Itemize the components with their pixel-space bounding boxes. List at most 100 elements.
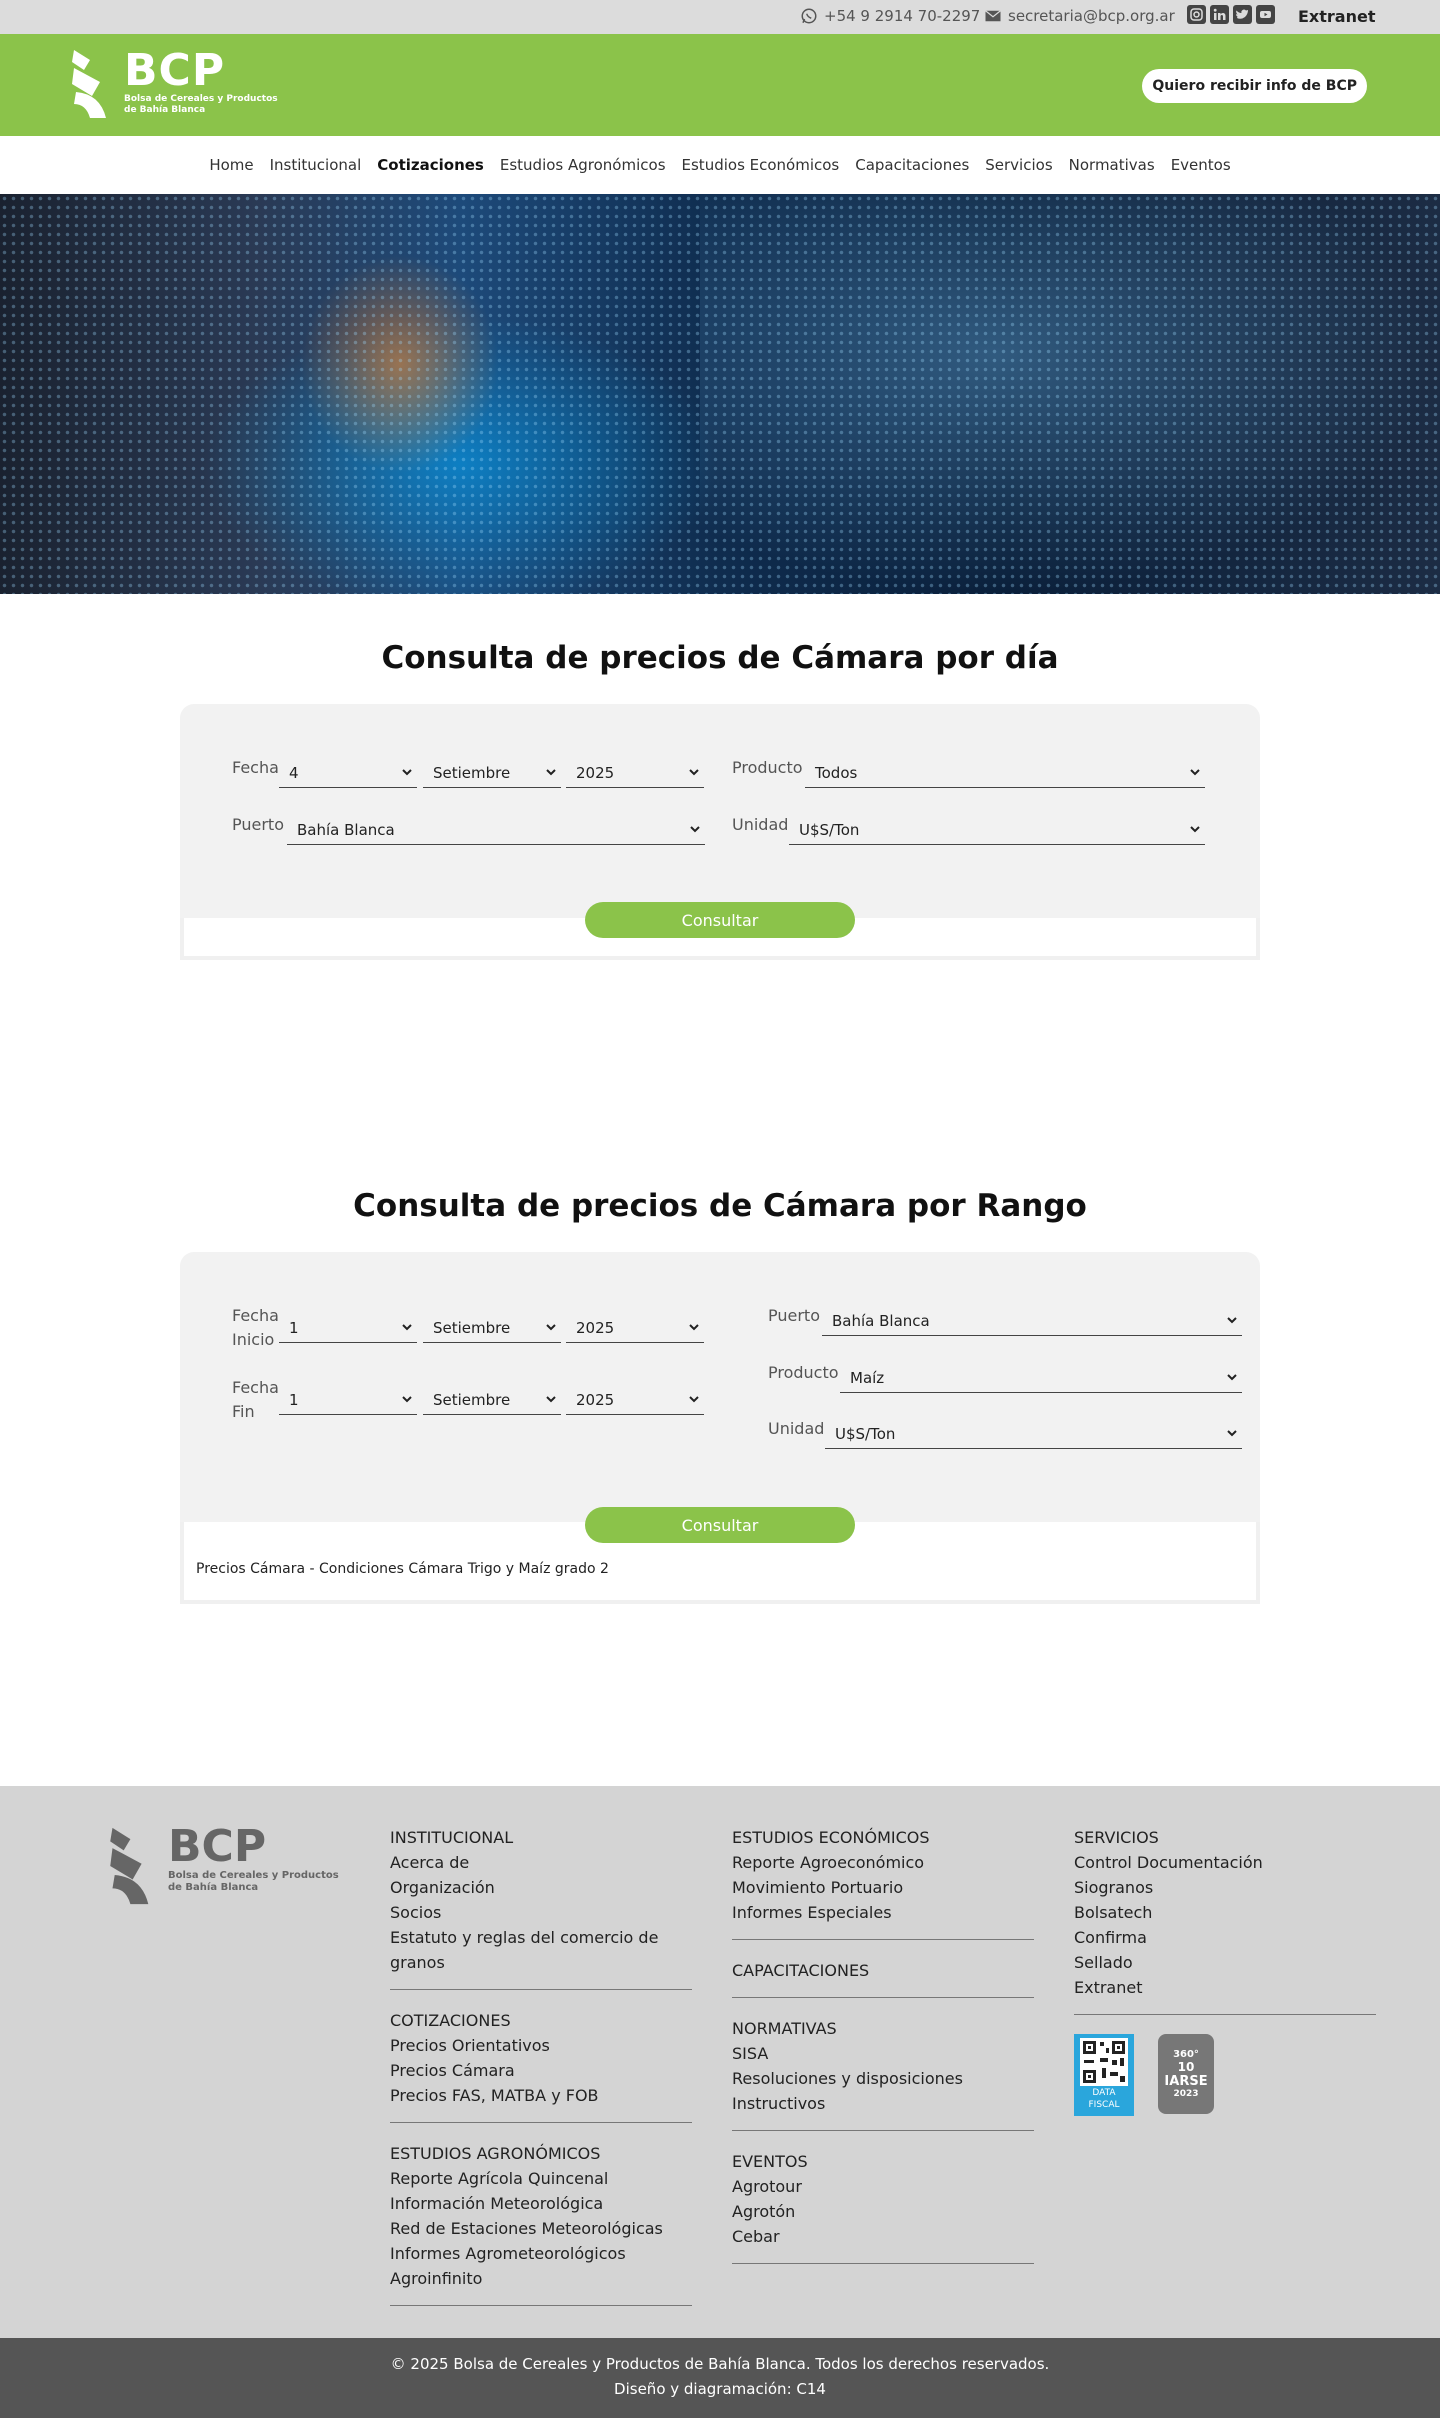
footer-heading[interactable]: INSTITUCIONAL (390, 1825, 692, 1850)
nav-home[interactable]: Home (209, 156, 253, 174)
linkedin-icon[interactable] (1210, 5, 1229, 24)
footer-link[interactable]: Estatuto y reglas del comercio de granos (390, 1925, 692, 1975)
fin-year-select[interactable]: 2025 (566, 1385, 704, 1415)
footer-link[interactable]: Agroinfinito (390, 2266, 692, 2291)
nav-institucional[interactable]: Institucional (270, 156, 362, 174)
iarse-badge-label: IARSE (1164, 2074, 1208, 2089)
footer-heading[interactable]: ESTUDIOS AGRONÓMICOS (390, 2141, 692, 2166)
instagram-icon[interactable] (1187, 5, 1206, 24)
footer-logo-text: BCP (168, 1821, 267, 1872)
nav-estudios-agronomicos[interactable]: Estudios Agronómicos (500, 156, 666, 174)
footer-divider (1074, 2014, 1376, 2015)
month-select[interactable]: Setiembre (423, 758, 561, 788)
footer-link[interactable]: Resoluciones y disposiciones (732, 2066, 1034, 2091)
unidad-label: Unidad (732, 815, 789, 834)
footer-link[interactable]: SISA (732, 2041, 1034, 2066)
footer-link[interactable]: Acerca de (390, 1850, 692, 1875)
nav-eventos[interactable]: Eventos (1171, 156, 1231, 174)
footer-link[interactable]: Agrotour (732, 2174, 1034, 2199)
day-select[interactable]: 4 (279, 758, 417, 788)
fin-day-value: 1 (289, 1390, 299, 1409)
iarse-badge[interactable]: 360° 10 IARSE 2023 (1158, 2034, 1214, 2114)
inicio-day-select[interactable]: 1 (279, 1313, 417, 1343)
youtube-icon[interactable] (1256, 5, 1275, 24)
site-footer: BCP Bolsa de Cereales y Productos de Bah… (0, 1786, 1440, 2338)
puerto-label: Puerto (232, 815, 284, 834)
footer-link[interactable]: Precios Cámara (390, 2058, 692, 2083)
daily-consultar-button[interactable]: Consultar (585, 902, 855, 938)
footer-link[interactable]: Reporte Agroeconómico (732, 1850, 1034, 1875)
footer-heading[interactable]: EVENTOS (732, 2149, 1034, 2174)
footer-heading[interactable]: ESTUDIOS ECONÓMICOS (732, 1825, 1034, 1850)
range-producto-select[interactable]: Maíz (840, 1363, 1242, 1393)
footer-link[interactable]: Instructivos (732, 2091, 1034, 2116)
footer-link[interactable]: Extranet (1074, 1975, 1376, 2000)
footer-link[interactable]: Socios (390, 1900, 692, 1925)
info-signup-button[interactable]: Quiero recibir info de BCP (1142, 69, 1367, 103)
year-select[interactable]: 2025 (566, 758, 704, 788)
chevron-down-icon (1190, 769, 1200, 776)
phone-contact[interactable]: +54 9 2914 70-2297 (800, 7, 980, 25)
footer-link[interactable]: Red de Estaciones Meteorológicas (390, 2216, 692, 2241)
footer-divider (390, 1989, 692, 1990)
footer-link[interactable]: Movimiento Portuario (732, 1875, 1034, 1900)
puerto-select[interactable]: Bahía Blanca (287, 815, 705, 845)
email-contact[interactable]: secretaria@bcp.org.ar (984, 7, 1175, 25)
nav-capacitaciones[interactable]: Capacitaciones (855, 156, 969, 174)
footer-heading[interactable]: CAPACITACIONES (732, 1958, 1034, 1983)
range-puerto-select[interactable]: Bahía Blanca (822, 1306, 1242, 1336)
data-fiscal-label-2: FISCAL (1088, 2100, 1120, 2110)
footer-link[interactable]: Informes Especiales (732, 1900, 1034, 1925)
footer-divider (732, 1939, 1034, 1940)
email-text: secretaria@bcp.org.ar (1008, 7, 1175, 25)
footer-heading[interactable]: COTIZACIONES (390, 2008, 692, 2033)
nav-normativas[interactable]: Normativas (1069, 156, 1155, 174)
credits-text: Diseño y diagramación: C14 (614, 2380, 826, 2398)
footer-link[interactable]: Reporte Agrícola Quincenal (390, 2166, 692, 2191)
extranet-link[interactable]: Extranet (1298, 7, 1375, 26)
footer-heading[interactable]: SERVICIOS (1074, 1825, 1376, 1850)
inicio-month-select[interactable]: Setiembre (423, 1313, 561, 1343)
puerto-value: Bahía Blanca (297, 820, 395, 839)
logo-subtitle-1: Bolsa de Cereales y Productos (124, 94, 278, 104)
nav-cotizaciones[interactable]: Cotizaciones (377, 156, 484, 174)
bcp-logo[interactable]: BCP Bolsa de Cereales y Productos de Bah… (70, 48, 278, 120)
twitter-icon[interactable] (1233, 5, 1252, 24)
chevron-down-icon (546, 769, 556, 776)
range-consultar-button[interactable]: Consultar (585, 1507, 855, 1543)
footer-link[interactable]: Agrotón (732, 2199, 1034, 2224)
footer-logo[interactable]: BCP Bolsa de Cereales y Productos de Bah… (108, 1824, 339, 1908)
footer-link[interactable]: Información Meteorológica (390, 2191, 692, 2216)
producto-select[interactable]: Todos (805, 758, 1205, 788)
data-fiscal-qr-badge[interactable]: DATA FISCAL (1074, 2034, 1134, 2116)
fin-day-select[interactable]: 1 (279, 1385, 417, 1415)
iarse-badge-top: 360° (1173, 2049, 1199, 2060)
footer-link[interactable]: Informes Agrometeorológicos (390, 2241, 692, 2266)
unidad-select[interactable]: U$S/Ton (789, 815, 1205, 845)
inicio-year-select[interactable]: 2025 (566, 1313, 704, 1343)
footer-link[interactable]: Siogranos (1074, 1875, 1376, 1900)
footer-link[interactable]: Precios FAS, MATBA y FOB (390, 2083, 692, 2108)
footer-link[interactable]: Bolsatech (1074, 1900, 1376, 1925)
whatsapp-icon (801, 8, 817, 24)
logo-text: BCP (124, 45, 226, 96)
footer-link[interactable]: Cebar (732, 2224, 1034, 2249)
inicio-year-value: 2025 (576, 1318, 615, 1337)
footer-logo-subtitle-1: Bolsa de Cereales y Productos (168, 1870, 339, 1881)
nav-estudios-economicos[interactable]: Estudios Económicos (682, 156, 840, 174)
range-unidad-select[interactable]: U$S/Ton (825, 1419, 1242, 1449)
footer-link[interactable]: Control Documentación (1074, 1850, 1376, 1875)
fin-month-value: Setiembre (433, 1390, 511, 1409)
fin-year-value: 2025 (576, 1390, 615, 1409)
chevron-down-icon (402, 769, 412, 776)
footer-link[interactable]: Precios Orientativos (390, 2033, 692, 2058)
chevron-down-icon (546, 1324, 556, 1331)
footer-link[interactable]: Sellado (1074, 1950, 1376, 1975)
footer-link[interactable]: Organización (390, 1875, 692, 1900)
footer-badges: DATA FISCAL 360° 10 IARSE 2023 (1074, 2034, 1214, 2116)
footer-heading[interactable]: NORMATIVAS (732, 2016, 1034, 2041)
nav-servicios[interactable]: Servicios (985, 156, 1052, 174)
footer-link[interactable]: Confirma (1074, 1925, 1376, 1950)
fin-month-select[interactable]: Setiembre (423, 1385, 561, 1415)
copyright-bar: © 2025 Bolsa de Cereales y Productos de … (0, 2338, 1440, 2418)
